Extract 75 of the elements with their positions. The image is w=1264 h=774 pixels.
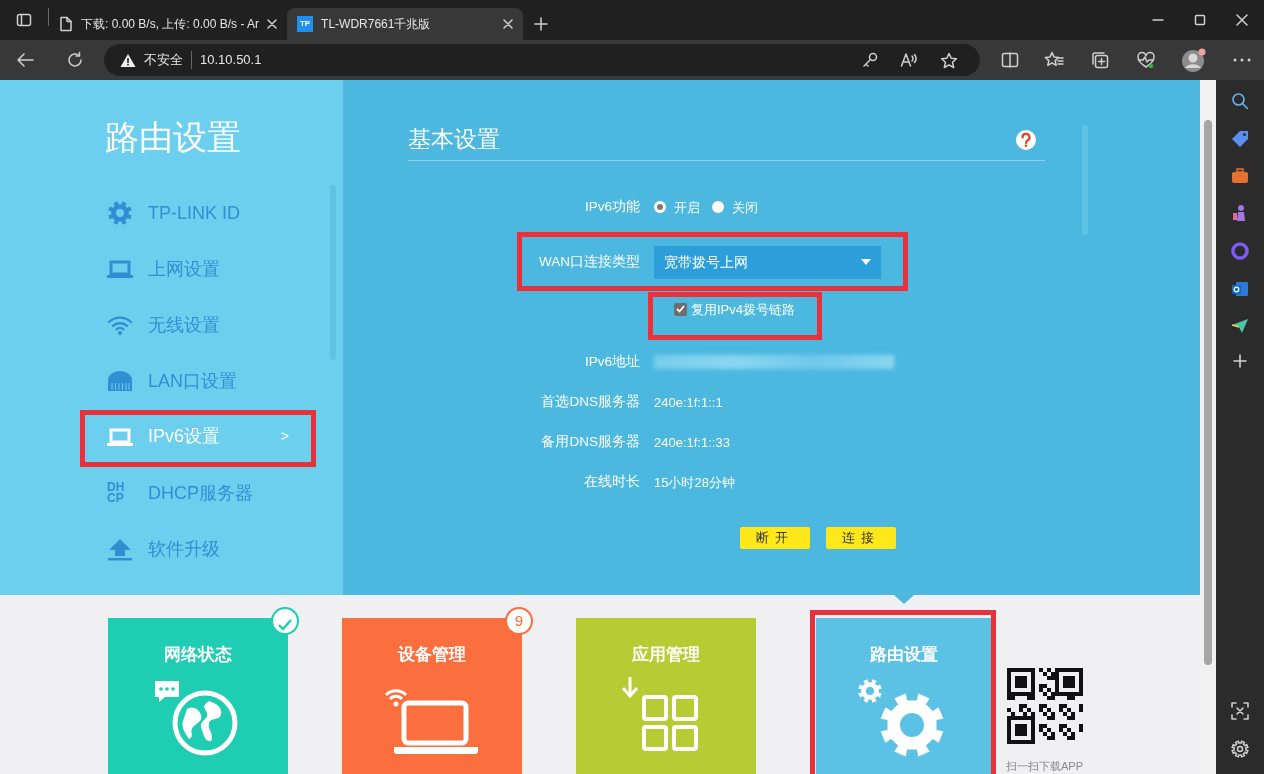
key-icon[interactable] — [862, 52, 878, 68]
favorites-icon[interactable] — [1044, 51, 1065, 69]
sidebar-item[interactable]: LAN口设置 — [107, 353, 305, 409]
field-label: 备用DNS服务器 — [540, 433, 641, 452]
caret-icon — [861, 259, 871, 266]
qr-caption: 扫一扫下载APP — [1006, 759, 1083, 774]
search-icon[interactable] — [1231, 92, 1249, 110]
section-title: 基本设置 — [408, 127, 500, 153]
field-label: IPv6功能 — [584, 198, 641, 217]
document-icon — [59, 16, 73, 32]
sidebar-item[interactable]: 上网设置 — [107, 241, 305, 297]
security-status[interactable]: 不安全 — [144, 50, 183, 70]
mail-icon[interactable] — [1231, 280, 1249, 298]
collections-icon[interactable] — [1090, 51, 1111, 69]
radio-label: 关闭 — [732, 198, 758, 217]
field-label: WAN口连接类型 — [538, 253, 641, 272]
site-logo: TP — [297, 16, 314, 32]
dropdown[interactable]: 宽带拨号上网 — [654, 245, 881, 279]
upload-icon — [107, 537, 133, 561]
wifi-icon — [107, 314, 133, 336]
page-title: 路由设置 — [105, 118, 241, 156]
sidebar-item[interactable]: IPv6设置 > — [107, 409, 305, 465]
tag-icon[interactable] — [1231, 130, 1249, 148]
maximize-icon[interactable] — [1194, 14, 1206, 26]
avatar-icon[interactable] — [1181, 47, 1208, 73]
browser-tab[interactable]: 下载: 0.00 B/s, 上传: 0.00 B/s - Ar — [49, 8, 288, 40]
laptop-icon — [107, 426, 133, 447]
screenshot-icon[interactable] — [1231, 702, 1249, 720]
close-icon[interactable] — [503, 19, 514, 29]
more-icon[interactable] — [1233, 58, 1252, 62]
menu-tile[interactable]: 网络状态 — [108, 618, 288, 774]
send-icon[interactable] — [1231, 318, 1249, 334]
count-badge: 9 — [505, 607, 533, 635]
menu-tile[interactable]: 路由设置 — [816, 618, 992, 774]
briefcase-icon[interactable] — [1231, 168, 1249, 184]
tab-actions-icon[interactable] — [16, 12, 32, 28]
field-value: 15小时28分钟 — [654, 473, 735, 492]
close-icon[interactable] — [1236, 14, 1248, 26]
laptop-icon — [107, 259, 133, 279]
gear-icon — [107, 200, 133, 226]
field-value: 240e:1f:1::33 — [654, 433, 730, 452]
back-icon[interactable] — [16, 52, 34, 68]
star-icon[interactable] — [940, 51, 958, 69]
split-screen-icon[interactable] — [1000, 52, 1019, 68]
heartbeat-icon[interactable] — [1135, 51, 1156, 69]
radio-label: 开启 — [674, 198, 700, 217]
dhcp-icon: DHCP — [107, 481, 127, 505]
browser-tab[interactable]: TP TL-WDR7661千兆版 — [287, 8, 524, 40]
radio-button[interactable] — [654, 201, 666, 214]
refresh-icon[interactable] — [66, 51, 84, 69]
sidebar-item[interactable]: 软件升级 — [107, 521, 305, 577]
settings-icon[interactable] — [1231, 740, 1249, 758]
field-label: IPv6地址 — [584, 353, 641, 372]
read-aloud-icon[interactable] — [900, 52, 918, 68]
field-value: 240e:1f:1::1 — [654, 393, 723, 412]
ring-icon[interactable] — [1231, 242, 1249, 260]
action-button[interactable]: 连接 — [826, 527, 896, 550]
add-icon[interactable] — [1233, 354, 1247, 368]
close-icon[interactable] — [267, 19, 278, 29]
ethernet-port-icon — [107, 370, 133, 392]
checkbox[interactable] — [674, 302, 687, 316]
new-tab-icon[interactable] — [534, 17, 549, 31]
menu-tile[interactable]: 应用管理 — [576, 618, 756, 774]
checkbox-label: 复用IPv4拨号链路 — [691, 300, 795, 319]
field-label: 首选DNS服务器 — [540, 393, 641, 412]
action-button[interactable]: 断开 — [740, 527, 810, 550]
url-text[interactable]: 10.10.50.1 — [200, 50, 262, 70]
sidebar-item[interactable]: 无线设置 — [107, 297, 305, 353]
warning-icon[interactable] — [120, 52, 136, 68]
help-icon[interactable] — [1015, 128, 1037, 151]
scrollbar[interactable] — [1200, 80, 1216, 774]
radio-button[interactable] — [712, 201, 724, 214]
sidebar-item[interactable]: DHCP DHCP服务器 — [107, 465, 305, 521]
field-label: 在线时长 — [583, 473, 641, 492]
sidebar-item[interactable]: TP-LINK ID — [107, 185, 305, 241]
